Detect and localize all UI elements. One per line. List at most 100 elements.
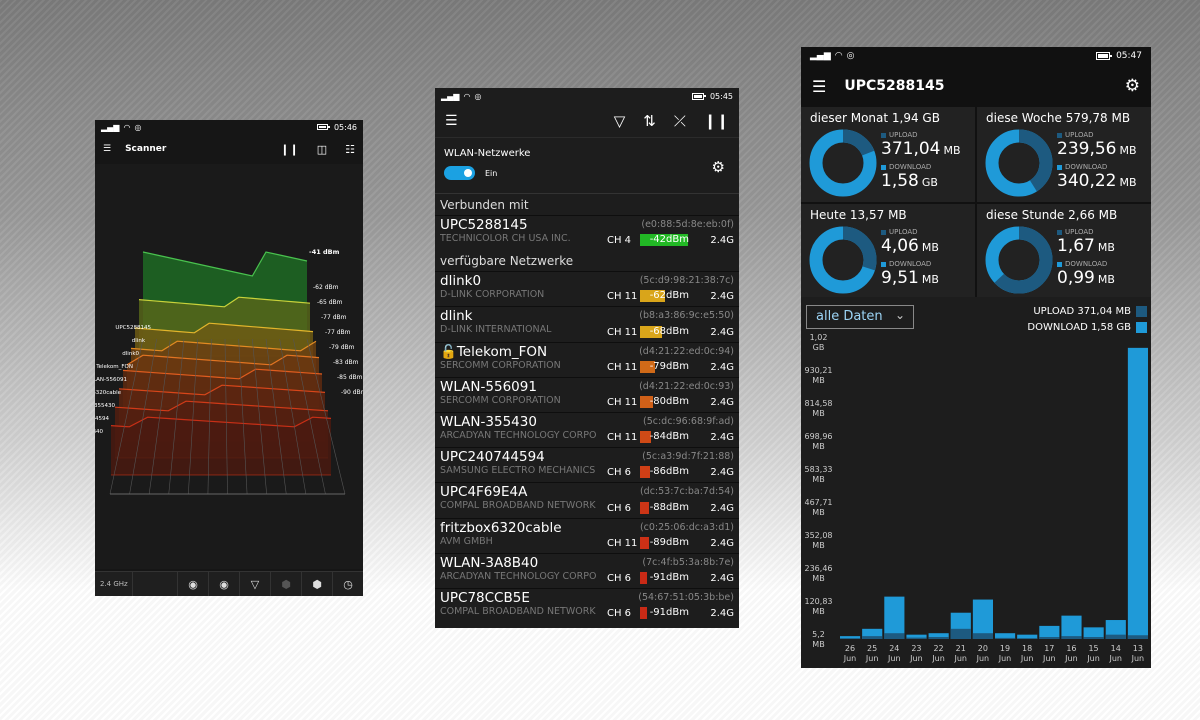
list-icon[interactable]: ☷ (345, 143, 355, 156)
clock-icon[interactable]: ◷ (332, 572, 363, 596)
network-channel: CH 11 (607, 326, 638, 338)
network-vendor: COMPAL BROADBAND NETWORK (440, 605, 596, 617)
bottom-app-bar: 2.4 GHz ◉ ◉ ▽ ⬢ ⬢ ◷ (95, 571, 363, 596)
download-block: DOWNLOAD 0,99 MB (1057, 260, 1115, 288)
signal-value: -79dBm (649, 360, 689, 372)
signal-icon: ▂▄▆ (810, 51, 831, 61)
hamburger-menu-icon[interactable]: ☰ (812, 77, 826, 96)
wlan-label: WLAN-Netzwerke (444, 148, 531, 159)
upload-bar (928, 637, 949, 639)
app-bar: ☰ ▽ ⇅ ⤫ ❙❙ (435, 104, 739, 138)
network-row[interactable]: WLAN-556091 (d4:21:22:ed:0c:93) SERCOMM CO… (435, 376, 739, 412)
status-bar: ▂▄▆ ◠ ◎ 05:45 (435, 88, 739, 104)
band-label: 2.4 GHz (95, 572, 133, 596)
app-bar: ☰ UPC5288145 ⚙ (801, 65, 1151, 107)
pause-icon[interactable]: ❙❙ (280, 143, 298, 156)
upload-bar (862, 636, 883, 639)
usage-tile[interactable]: diese Stunde 2,66 MB UPLOAD 1,67 MB DOWNLOAD… (977, 204, 1151, 299)
signal-view-icon[interactable]: ◉ (177, 572, 208, 596)
signal-meter: -84dBm (640, 431, 706, 444)
network-vendor: ARCADYAN TECHNOLOGY CORPO (440, 429, 597, 441)
network-channel: CH 11 (607, 291, 638, 303)
network-row[interactable]: WLAN-3A8B40 (7c:4f:b5:3a:8b:7e) ARCADYAN T… (435, 552, 739, 588)
download-bar (1061, 615, 1082, 639)
network-band: 2.4G (710, 326, 734, 338)
x-tick-label: 14 Jun (1109, 644, 1122, 663)
network-label: N-355430 (95, 403, 115, 409)
signal-value: -68dBm (649, 325, 689, 337)
network-row[interactable]: UPC240744594 (5c:a3:9d:7f:21:88) SAMSUNG E… (435, 447, 739, 483)
signal-meter: -80dBm (640, 395, 706, 408)
network-row[interactable]: 🔓Telekom_FON (d4:21:22:ed:0c:94) SERCOMM C… (435, 341, 739, 377)
upload-bar (840, 638, 861, 639)
usage-tile[interactable]: dieser Monat 1,94 GB UPLOAD 371,04 MB DOWNLO… (801, 107, 975, 202)
network-mac: (d4:21:22:ed:0c:93) (639, 380, 734, 392)
network-row[interactable]: WLAN-355430 (5c:dc:96:68:9f:ad) ARCADYAN T… (435, 411, 739, 448)
gear-icon[interactable]: ⚙ (1125, 76, 1140, 96)
signal-meter: -91dBm (640, 571, 706, 584)
gear-icon[interactable]: ⚙ (712, 158, 725, 176)
download-block: DOWNLOAD 1,58 GB (881, 163, 938, 191)
dbm-label: -62 dBm (313, 284, 339, 291)
usage-chart-area: alle Daten ⌄ UPLOAD 371,04 MB DOWNLOAD 1… (801, 297, 1151, 668)
dbm-label: -79 dBm (329, 344, 355, 351)
wlan-toggle-panel: WLAN-Netzwerke Ein ⚙ (435, 138, 739, 194)
wifi-icon: ◠ (463, 91, 471, 101)
download-block: DOWNLOAD 9,51 MB (881, 260, 939, 288)
x-tick-label: 26 Jun (843, 644, 857, 663)
battery-icon (691, 92, 706, 100)
x-tick-label: 17 Jun (1043, 644, 1056, 663)
upload-bar (950, 628, 971, 639)
sync-icon: ◎ (846, 51, 855, 61)
signal-meter: -91dBm (640, 607, 706, 620)
network-label: dlink0 (122, 351, 139, 357)
network-row[interactable]: fritzbox6320cable (c0:25:06:dc:a3:d1) AVM … (435, 517, 739, 553)
network-row[interactable]: UPC78CCB5E (54:67:51:05:3b:be) COMPAL BROA… (435, 587, 739, 624)
network-vendor: D-LINK CORPORATION (440, 289, 545, 301)
upload-bar (1127, 635, 1148, 639)
usage-tile[interactable]: diese Woche 579,78 MB UPLOAD 239,56 MB DOWNL… (977, 107, 1151, 202)
signal-icon: ▂▄▆ (101, 122, 120, 132)
signal-meter: -88dBm (640, 501, 706, 514)
network-row[interactable]: dlink (b8:a3:86:9c:e5:50) D-LINK INTERNATI… (435, 306, 739, 342)
network-row[interactable]: UPC4F69E4A (dc:53:7c:ba:7d:54) COMPAL BROA… (435, 482, 739, 518)
eye-icon[interactable]: ◉ (208, 572, 239, 596)
hamburger-menu-icon[interactable]: ☰ (445, 113, 458, 129)
status-bar: ▂▄▆ ◠ ◎ 05:46 (95, 120, 363, 134)
upload-bar (1083, 637, 1104, 639)
network-label: 8B40 (95, 429, 103, 435)
upload-block: UPLOAD 239,56 MB (1057, 131, 1137, 159)
usage-tiles: dieser Monat 1,94 GB UPLOAD 371,04 MB DOWNLO… (801, 107, 1151, 299)
network-band: 2.4G (710, 608, 734, 620)
tile-title: dieser Monat 1,94 GB (810, 111, 940, 125)
usage-tile[interactable]: Heute 13,57 MB UPLOAD 4,06 MB DOWNLOAD 9,51 MB (801, 204, 975, 299)
filter-icon[interactable]: ▽ (614, 112, 626, 130)
hamburger-menu-icon[interactable]: ☰ (103, 144, 111, 154)
wlan-toggle-switch[interactable] (444, 166, 475, 180)
signal-value: -62dBm (649, 290, 689, 302)
status-time: 05:47 (1116, 51, 1142, 61)
signal-meter: -68dBm (640, 325, 706, 338)
upload-bar (1017, 638, 1038, 639)
signal-value: -86dBm (649, 466, 689, 478)
sync-icon: ◎ (474, 91, 482, 101)
sort-icon[interactable]: ⇅ (643, 112, 656, 130)
cube-icon[interactable]: ⬢ (301, 572, 332, 596)
signal-meter: -42dBm (640, 234, 706, 247)
network-row[interactable]: dlink0 (5c:d9:98:21:38:7c) D-LINK CORPORAT… (435, 271, 739, 307)
network-channel: CH 6 (607, 467, 632, 479)
network-band: 2.4G (710, 432, 734, 444)
sync-icon: ◎ (134, 122, 142, 132)
upload-bar (906, 637, 927, 639)
network-band: 2.4G (710, 537, 734, 549)
disconnect-icon[interactable]: ⤫ (674, 112, 686, 130)
toggle-state-label: Ein (485, 168, 498, 178)
view-toggle-icon[interactable]: ◫ (317, 143, 327, 156)
connected-network-row[interactable]: UPC5288145 (e0:88:5d:8e:eb:0f) TECHNICOL… (435, 215, 739, 251)
sphere-icon[interactable]: ⬢ (270, 572, 301, 596)
pause-icon[interactable]: ❙❙ (704, 112, 729, 130)
network-mac: (dc:53:7c:ba:7d:54) (639, 486, 734, 498)
network-mac: (b8:a3:86:9c:e5:50) (639, 310, 734, 322)
network-band: 2.4G (710, 467, 734, 479)
filter-icon[interactable]: ▽ (239, 572, 270, 596)
